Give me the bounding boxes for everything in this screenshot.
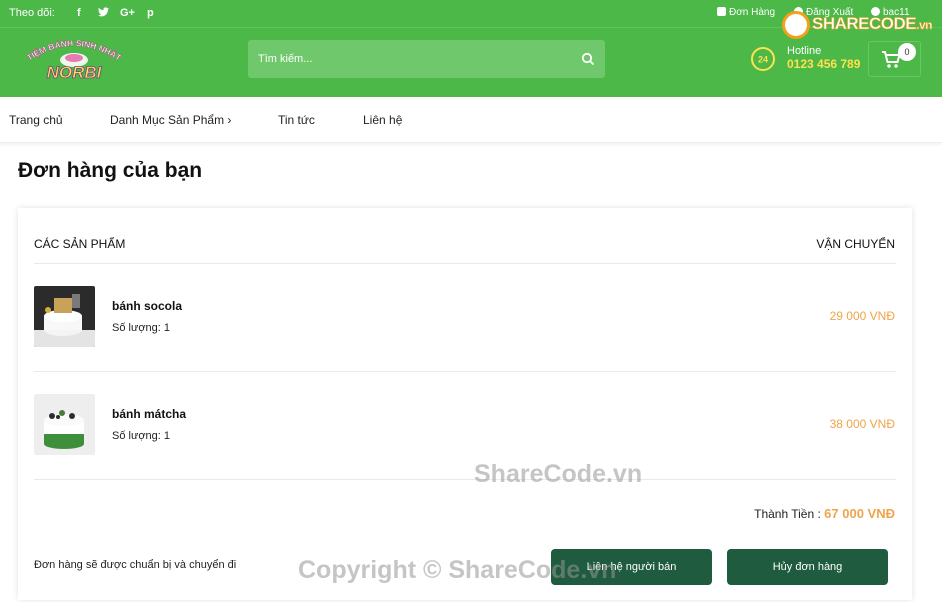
- pinterest-icon[interactable]: p: [147, 7, 154, 19]
- product-price: 38 000 VNĐ: [829, 417, 895, 431]
- site-logo[interactable]: TIỆM BÁNH SINH NHẬT NORBI: [22, 36, 126, 84]
- divider: [34, 263, 896, 264]
- product-quantity: Số lượng: 1: [112, 430, 170, 442]
- order-status-note: Đơn hàng sẽ được chuẩn bị và chuyển đi: [34, 559, 237, 571]
- twitter-icon[interactable]: [98, 7, 109, 20]
- facebook-icon[interactable]: f: [77, 7, 81, 19]
- sharecode-logo-watermark: SHARECODE.vn: [782, 9, 942, 41]
- site-header: Theo dõi: f G+ p Đơn Hàng Đăng Xuất bac1…: [0, 0, 942, 97]
- hotline-number[interactable]: 0123 456 789: [787, 57, 860, 71]
- orders-link[interactable]: Đơn Hàng: [717, 7, 775, 18]
- product-quantity: Số lượng: 1: [112, 322, 170, 334]
- sharecode-logo-text: SHARECODE.vn: [812, 14, 933, 34]
- nav-item-news[interactable]: Tin tức: [278, 113, 315, 127]
- contact-seller-button[interactable]: Liên hệ người bán: [551, 549, 712, 585]
- cancel-order-button[interactable]: Hủy đơn hàng: [727, 549, 888, 585]
- nav-item-home[interactable]: Trang chủ: [9, 113, 63, 127]
- logo-name: NORBI: [47, 63, 103, 82]
- search-box: [248, 40, 605, 78]
- nav-item-categories[interactable]: Danh Mục Sản Phẩm ›: [110, 113, 231, 127]
- hotline-label: Hotline: [787, 45, 822, 57]
- nav-item-contact[interactable]: Liên hệ: [363, 113, 402, 127]
- order-card: CÁC SẢN PHẨM VẬN CHUYỂN bánh socola Số l…: [18, 208, 912, 600]
- cart-count-badge: 0: [898, 43, 916, 61]
- follow-label: Theo dõi:: [9, 7, 55, 19]
- products-column-header: CÁC SẢN PHẨM: [34, 237, 126, 251]
- search-icon[interactable]: [581, 52, 595, 66]
- main-nav: Trang chủ Danh Mục Sản Phẩm › Tin tức Li…: [0, 97, 942, 143]
- product-image-chocolate-cake[interactable]: [34, 286, 95, 347]
- google-plus-icon[interactable]: G+: [120, 7, 135, 19]
- divider: [34, 479, 896, 480]
- total-label: Thành Tiền :: [754, 507, 821, 521]
- sharecode-logo-icon: [782, 11, 810, 39]
- orders-link-label: Đơn Hàng: [729, 7, 776, 18]
- total-amount: 67 000 VNĐ: [824, 506, 895, 521]
- phone-24-icon: 24: [750, 46, 776, 72]
- search-input[interactable]: [248, 40, 568, 78]
- bag-icon: [717, 7, 726, 16]
- shipping-column-header: VẬN CHUYỂN: [816, 237, 895, 251]
- product-price: 29 000 VNĐ: [829, 309, 895, 323]
- product-name[interactable]: bánh socola: [112, 299, 182, 313]
- product-image-matcha-cake[interactable]: [34, 394, 95, 455]
- svg-text:24: 24: [758, 55, 768, 65]
- divider: [34, 371, 896, 372]
- page-title: Đơn hàng của bạn: [18, 159, 203, 182]
- order-total: Thành Tiền : 67 000 VNĐ: [754, 506, 895, 521]
- product-name[interactable]: bánh mátcha: [112, 407, 186, 421]
